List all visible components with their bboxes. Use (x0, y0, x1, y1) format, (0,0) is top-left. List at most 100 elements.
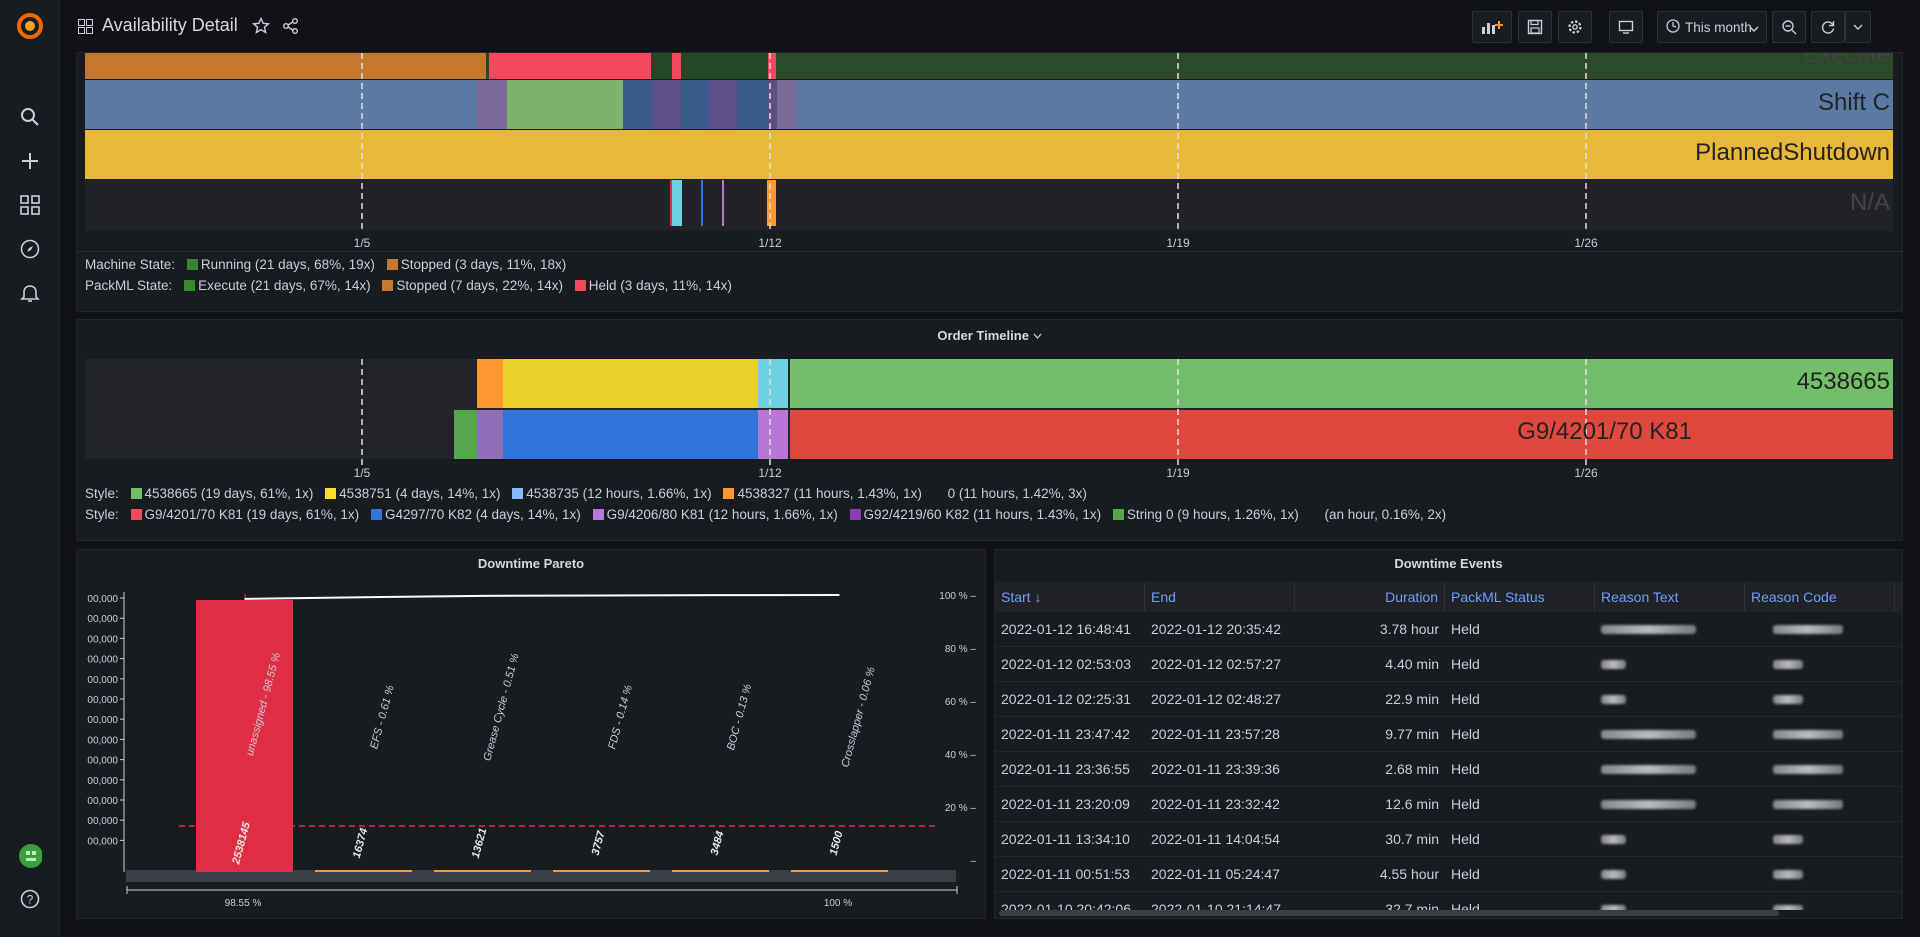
save-dashboard-button[interactable] (1518, 11, 1552, 43)
packml-state-legend: PackML State: Execute (21 days, 67%, 14x… (85, 278, 732, 293)
table-row[interactable]: 2022-01-12 16:48:41 2022-01-12 20:35:42 3.… (995, 612, 1902, 647)
machine-state-legend: Machine State: Running (21 days, 68%, 19… (85, 257, 567, 272)
table-cell: 22.9 min (1385, 691, 1439, 707)
legend-item[interactable]: 4538327 (11 hours, 1.43%, 1x) (737, 486, 921, 501)
table-row[interactable]: 2022-01-12 02:25:31 2022-01-12 02:48:27 22… (995, 682, 1902, 717)
table-cell: Held (1451, 831, 1480, 847)
bar-value-label: 3757 (590, 829, 608, 857)
table-cell: Held (1451, 656, 1480, 672)
column-header-end[interactable]: End (1145, 582, 1295, 612)
y2-tick-label: 40 % – (945, 750, 977, 761)
legend-item[interactable]: Execute (21 days, 67%, 14x) (198, 278, 371, 293)
legend-item[interactable]: G92/4219/60 K82 (11 hours, 1.43%, 1x) (864, 507, 1102, 522)
table-row[interactable]: 2022-01-11 00:51:53 2022-01-11 05:24:47 4.… (995, 857, 1902, 892)
bar-value-label: 1500 (828, 829, 846, 857)
refresh-button[interactable] (1811, 11, 1845, 43)
legend-item[interactable]: 0 (11 hours, 1.42%, 3x) (948, 486, 1087, 501)
y-tick-label: 00,000 (87, 816, 118, 827)
alerting-bell-icon[interactable] (18, 281, 42, 305)
table-row[interactable]: 2022-01-11 23:47:42 2022-01-11 23:57:28 9.… (995, 717, 1902, 752)
order-bar (503, 410, 758, 459)
order-bar (790, 359, 1893, 408)
refresh-interval-dropdown[interactable] (1845, 11, 1871, 43)
order-bar (503, 359, 758, 408)
search-icon[interactable] (18, 105, 42, 129)
table-row[interactable]: 2022-01-11 23:36:55 2022-01-11 23:39:36 2.… (995, 752, 1902, 787)
dashboard-title[interactable]: Availability Detail (102, 15, 238, 36)
table-cell: Held (1451, 726, 1480, 742)
legend-item[interactable]: Stopped (3 days, 11%, 18x) (401, 257, 567, 272)
settings-gear-button[interactable] (1558, 11, 1592, 43)
legend-item[interactable]: 4538735 (12 hours, 1.66%, 1x) (526, 486, 711, 501)
time-range-picker[interactable]: This month (1657, 11, 1767, 43)
y2-tick-label: 80 % – (945, 644, 977, 655)
zoom-out-button[interactable] (1772, 11, 1806, 43)
shift-bar (85, 80, 1893, 129)
state-bar (768, 53, 776, 79)
redacted-reason-text (1601, 765, 1696, 774)
column-header-reason-code[interactable]: Reason Code (1745, 582, 1895, 612)
legend-item[interactable]: Stopped (7 days, 22%, 14x) (396, 278, 563, 293)
legend-item[interactable]: (an hour, 0.16%, 2x) (1325, 507, 1447, 522)
legend-item[interactable]: Held (3 days, 11%, 14x) (589, 278, 732, 293)
table-row[interactable]: 2022-01-12 02:53:03 2022-01-12 02:57:27 4.… (995, 647, 1902, 682)
style-legend-1: Style: 4538665 (19 days, 61%, 1x) 453875… (85, 486, 1087, 501)
dashboard-grid-icon (78, 19, 93, 39)
horizontal-scrollbar[interactable] (999, 910, 1779, 916)
column-header-packml-status[interactable]: PackML Status (1445, 582, 1595, 612)
legend-item[interactable]: 4538665 (19 days, 61%, 1x) (145, 486, 314, 501)
redacted-reason-code (1773, 625, 1843, 634)
y-tick-label: 00,000 (87, 735, 118, 746)
tv-mode-button[interactable] (1609, 11, 1643, 43)
legend-item[interactable]: 4538751 (4 days, 14%, 1x) (339, 486, 500, 501)
grafana-logo-icon[interactable] (15, 11, 45, 41)
column-header-reason-text[interactable]: Reason Text (1595, 582, 1745, 612)
row-label-order: 4538665 (1796, 368, 1890, 395)
order-bar (454, 410, 477, 459)
star-icon[interactable] (251, 16, 271, 40)
redacted-reason-text (1601, 870, 1626, 879)
table-cell: 2022-01-12 02:25:31 (1001, 691, 1131, 707)
legend-item[interactable]: String 0 (9 hours, 1.26%, 1x) (1127, 507, 1299, 522)
downtime-pareto-panel: Downtime Pareto 00,000 00,000 00,000 00,000… (76, 549, 986, 919)
share-icon[interactable] (282, 17, 300, 40)
table-cell: 2022-01-11 23:47:42 (1001, 726, 1130, 742)
row-label-execute: Execute (1803, 52, 1890, 68)
plus-icon[interactable] (18, 149, 42, 173)
legend-item[interactable]: G4297/70 K82 (4 days, 14%, 1x) (385, 507, 581, 522)
y2-tick-label: – (970, 856, 976, 867)
table-header: Start ↓ End Duration PackML Status Reaso… (995, 582, 1902, 612)
redacted-reason-text (1601, 625, 1696, 634)
na-bar (85, 180, 1893, 231)
shift-bar (709, 80, 737, 129)
redacted-reason-text (1601, 695, 1626, 704)
table-row[interactable]: 2022-01-10 20:42:06 2022-01-10 21:14:47 32… (995, 892, 1902, 910)
column-header-duration[interactable]: Duration (1295, 582, 1445, 612)
chevron-down-icon (1749, 21, 1759, 37)
table-row[interactable]: 2022-01-11 23:20:09 2022-01-11 23:32:42 12… (995, 787, 1902, 822)
state-bar (489, 53, 651, 79)
add-panel-button[interactable] (1472, 11, 1512, 43)
bar-value-label: 13621 (470, 827, 490, 860)
bar-value-label: 16374 (351, 827, 371, 860)
panel-title[interactable]: Downtime Pareto (77, 556, 985, 571)
legend-item[interactable]: G9/4206/80 K81 (12 hours, 1.66%, 1x) (607, 507, 838, 522)
explore-compass-icon[interactable] (18, 237, 42, 261)
table-cell: 2022-01-11 23:39:36 (1151, 761, 1280, 777)
column-header-start[interactable]: Start ↓ (995, 582, 1145, 612)
style-legend-2: Style: G9/4201/70 K81 (19 days, 61%, 1x)… (85, 507, 1447, 522)
table-row[interactable]: 2022-01-11 13:34:10 2022-01-11 14:04:54 30… (995, 822, 1902, 857)
user-avatar-icon[interactable] (18, 844, 42, 868)
panel-title[interactable]: Downtime Events (995, 556, 1902, 571)
y-tick-label: 00,000 (87, 695, 118, 706)
help-icon[interactable]: ? (18, 887, 42, 911)
legend-item[interactable]: Running (21 days, 68%, 19x) (201, 257, 375, 272)
table-cell: Held (1451, 901, 1480, 910)
panel-title[interactable]: Order Timeline (937, 328, 1029, 343)
table-cell: 2022-01-10 20:42:06 (1001, 901, 1131, 910)
dashboards-icon[interactable] (18, 193, 42, 217)
legend-item[interactable]: G9/4201/70 K81 (19 days, 61%, 1x) (145, 507, 360, 522)
table-cell: Held (1451, 691, 1480, 707)
chevron-down-icon[interactable] (1033, 328, 1042, 343)
na-bar (767, 180, 776, 226)
